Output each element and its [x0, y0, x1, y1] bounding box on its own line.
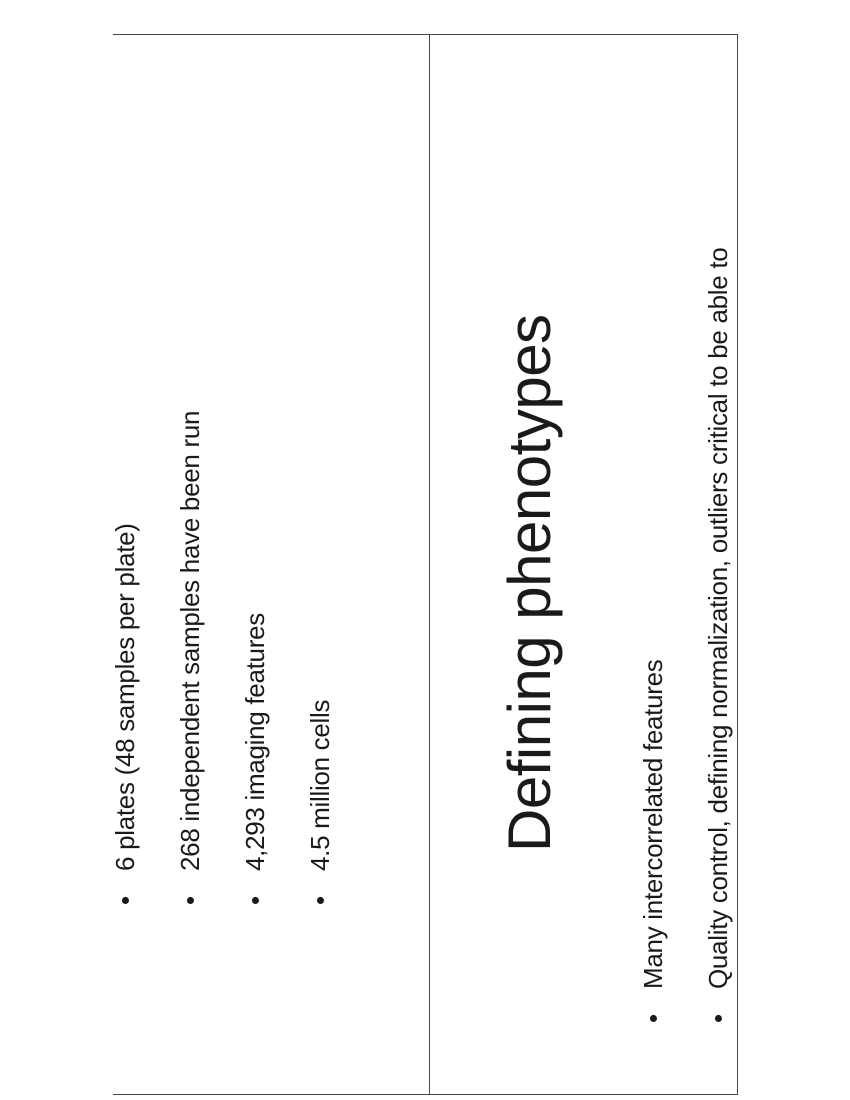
bullet-icon: • — [638, 1014, 668, 1023]
bullet-icon: • — [305, 896, 335, 905]
bullet-icon: • — [175, 896, 205, 905]
bullet-icon: • — [703, 1014, 733, 1023]
bullet-icon: • — [240, 896, 270, 905]
list-item: •4,293 imaging features — [240, 613, 270, 905]
slide-title: Defining phenotypes — [496, 314, 563, 852]
list-item: •4.5 million cells — [305, 699, 335, 905]
list-item: •Many intercorrelated features — [638, 659, 668, 1023]
slide-border-top — [113, 34, 738, 35]
list-item: •268 independent samples have been run — [175, 410, 205, 905]
slide-border-right — [737, 34, 738, 1095]
slide-border-bottom — [113, 1094, 738, 1095]
list-item: •Quality control, defining normalization… — [703, 247, 733, 1023]
list-item: •6 plates (48 samples per plate) — [110, 523, 140, 905]
slide-divider — [429, 34, 430, 1095]
bullet-icon: • — [110, 896, 140, 905]
